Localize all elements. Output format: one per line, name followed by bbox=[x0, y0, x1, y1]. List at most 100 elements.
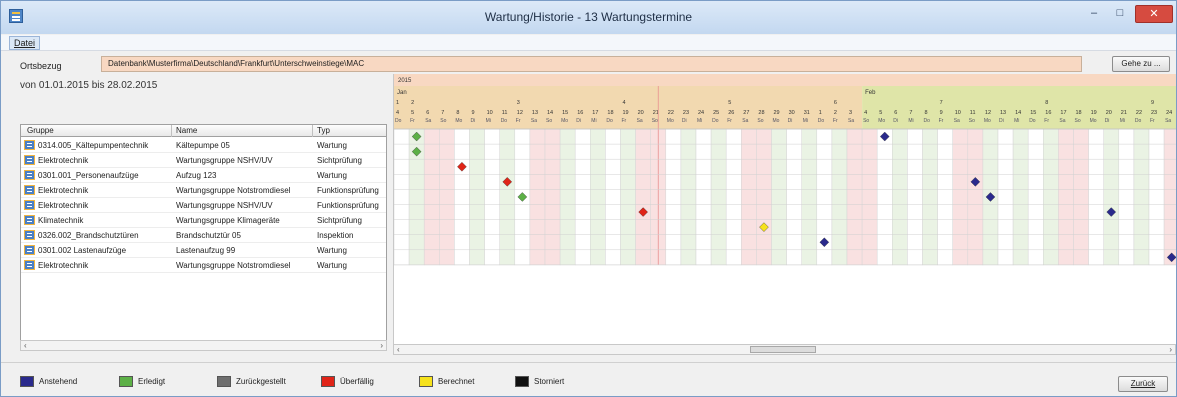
week-number-label: 6 bbox=[834, 100, 837, 106]
day-name-label: Do bbox=[1135, 118, 1142, 124]
day-number-label: 22 bbox=[668, 110, 674, 116]
timeline-day-column bbox=[1027, 128, 1044, 266]
cell-gruppe: 0301.001_Personenaufzüge bbox=[38, 171, 139, 180]
timeline-day-column bbox=[846, 128, 863, 266]
column-divider[interactable] bbox=[312, 125, 313, 137]
cell-gruppe: 0326.002_Brandschutztüren bbox=[38, 231, 139, 240]
day-number-label: 7 bbox=[441, 110, 444, 116]
timeline-day-column bbox=[725, 128, 742, 266]
day-number-label: 9 bbox=[940, 110, 943, 116]
cell-name: Wartungsgruppe Notstromdiesel bbox=[176, 261, 291, 270]
table-row[interactable]: Elektrotechnik Wartungsgruppe NSHV/UV Funk… bbox=[21, 198, 386, 213]
day-number-label: 13 bbox=[1000, 110, 1006, 116]
cell-typ: Funktionsprüfung bbox=[317, 201, 379, 210]
day-number-label: 23 bbox=[683, 110, 689, 116]
table-row[interactable]: Elektrotechnik Wartungsgruppe Notstromdie… bbox=[21, 183, 386, 198]
timeline-day-column bbox=[620, 128, 636, 266]
cell-name: Aufzug 123 bbox=[176, 171, 217, 180]
day-name-label: Do bbox=[924, 118, 931, 124]
timeline-day-column bbox=[876, 128, 893, 266]
maximize-button[interactable]: □ bbox=[1107, 5, 1133, 23]
timeline-day-column bbox=[741, 128, 757, 266]
scroll-thumb[interactable] bbox=[750, 346, 816, 353]
day-number-label: 30 bbox=[789, 110, 795, 116]
day-name-label: Fr bbox=[410, 118, 415, 124]
day-name-label: Di bbox=[576, 118, 581, 124]
timeline-day-column bbox=[529, 128, 546, 266]
day-name-label: Fr bbox=[833, 118, 838, 124]
timeline-day-column bbox=[1012, 128, 1029, 266]
scroll-right-icon[interactable]: › bbox=[1169, 345, 1172, 354]
day-name-label: Mi bbox=[591, 118, 596, 124]
day-number-label: 26 bbox=[728, 110, 734, 116]
cell-name: Wartungsgruppe Klimageräte bbox=[176, 216, 280, 225]
day-name-label: Do bbox=[1029, 118, 1036, 124]
column-divider[interactable] bbox=[171, 125, 172, 137]
ortsbezug-field[interactable]: Datenbank\Musterfirma\Deutschland\Frankf… bbox=[101, 56, 1082, 72]
close-button[interactable]: ✕ bbox=[1135, 5, 1173, 23]
day-name-label: So bbox=[969, 118, 975, 124]
timeline-day-column bbox=[710, 128, 727, 266]
minimize-button[interactable]: – bbox=[1081, 5, 1107, 23]
timeline-horizontal-scrollbar[interactable]: ‹ › bbox=[393, 344, 1176, 355]
cell-name: Brandschutztür 05 bbox=[176, 231, 241, 240]
table-row[interactable]: Elektrotechnik Wartungsgruppe Notstromdie… bbox=[21, 258, 386, 273]
group-icon bbox=[24, 170, 35, 180]
cell-name: Kältepumpe 05 bbox=[176, 141, 230, 150]
group-icon bbox=[24, 140, 35, 150]
day-number-label: 24 bbox=[1166, 110, 1172, 116]
day-name-label: Sa bbox=[848, 118, 854, 124]
day-name-label: Do bbox=[501, 118, 508, 124]
goto-button[interactable]: Gehe zu ... bbox=[1112, 56, 1170, 72]
day-number-label: 4 bbox=[396, 110, 399, 116]
cell-gruppe: 0301.002 Lastenaufzüge bbox=[38, 246, 127, 255]
day-name-label: Di bbox=[893, 118, 898, 124]
table-row[interactable]: 0301.002 Lastenaufzüge Lastenaufzug 99 War… bbox=[21, 243, 386, 258]
scroll-left-icon[interactable]: ‹ bbox=[24, 341, 27, 350]
cell-typ: Sichtprüfung bbox=[317, 156, 362, 165]
back-button[interactable]: Zurück bbox=[1118, 376, 1168, 392]
table-row[interactable]: 0314.005_Kältepumpentechnik Kältepumpe 05… bbox=[21, 138, 386, 153]
column-header-name[interactable]: Name bbox=[176, 126, 197, 135]
column-header-typ[interactable]: Typ bbox=[317, 126, 330, 135]
scroll-right-icon[interactable]: › bbox=[380, 341, 383, 350]
scroll-left-icon[interactable]: ‹ bbox=[397, 345, 400, 354]
table-row[interactable]: 0301.001_Personenaufzüge Aufzug 123 Wartun… bbox=[21, 168, 386, 183]
week-number-label: 5 bbox=[728, 100, 731, 106]
day-name-label: So bbox=[546, 118, 552, 124]
legend-swatch bbox=[321, 376, 335, 387]
timeline-day-column bbox=[1133, 128, 1150, 266]
timeline-day-column bbox=[1043, 128, 1059, 266]
table-row[interactable]: Elektrotechnik Wartungsgruppe NSHV/UV Sich… bbox=[21, 153, 386, 168]
day-name-label: Mo bbox=[561, 118, 568, 124]
day-name-label: Fr bbox=[1150, 118, 1155, 124]
day-number-label: 12 bbox=[985, 110, 991, 116]
cell-typ: Wartung bbox=[317, 171, 347, 180]
table-horizontal-scrollbar[interactable]: ‹ › bbox=[20, 340, 387, 351]
week-number-label: 1 bbox=[396, 100, 399, 106]
week-number-label: 2 bbox=[411, 100, 414, 106]
day-name-label: Mo bbox=[667, 118, 674, 124]
timeline-day-column bbox=[756, 128, 772, 266]
cell-gruppe: Elektrotechnik bbox=[38, 186, 89, 195]
day-number-label: 28 bbox=[758, 110, 764, 116]
timeline-day-column bbox=[1073, 128, 1089, 266]
timeline-day-column bbox=[665, 128, 682, 266]
timeline-day-column bbox=[1163, 128, 1176, 266]
column-header-gruppe[interactable]: Gruppe bbox=[27, 126, 54, 135]
day-number-label: 19 bbox=[623, 110, 629, 116]
day-number-label: 27 bbox=[743, 110, 749, 116]
title-bar: Wartung/Historie - 13 Wartungstermine – … bbox=[1, 1, 1176, 34]
timeline-day-column bbox=[861, 128, 878, 266]
table-row[interactable]: Klimatechnik Wartungsgruppe Klimageräte Si… bbox=[21, 213, 386, 228]
timeline-day-column bbox=[1058, 128, 1074, 266]
day-name-label: Mo bbox=[984, 118, 991, 124]
day-number-label: 5 bbox=[879, 110, 882, 116]
day-name-label: Mo bbox=[773, 118, 780, 124]
day-number-label: 15 bbox=[562, 110, 568, 116]
menu-datei[interactable]: Datei bbox=[9, 36, 41, 50]
day-name-label: Mi bbox=[1120, 118, 1125, 124]
day-name-label: Sa bbox=[1165, 118, 1171, 124]
timeline-day-column bbox=[892, 128, 908, 266]
table-row[interactable]: 0326.002_Brandschutztüren Brandschutztür … bbox=[21, 228, 386, 243]
